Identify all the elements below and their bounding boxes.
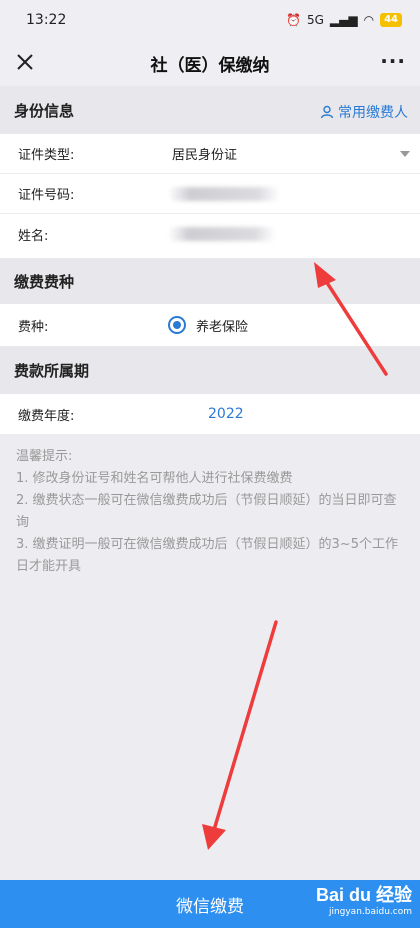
name-redacted [168,227,276,241]
footer-bar: 微信缴费 Bai du 经验 jingyan.baidu.com [0,880,420,928]
pension-radio[interactable] [168,316,186,334]
wifi-icon: ◠ [363,13,375,27]
id-number-redacted [168,187,280,201]
year-value[interactable]: 2022 [208,406,244,422]
more-menu-icon[interactable]: ··· [380,51,406,71]
tips-block: 温馨提示: 1. 修改身份证号和姓名可帮他人进行社保费缴费 2. 缴费状态一般可… [16,446,408,578]
tip-item: 1. 修改身份证号和姓名可帮他人进行社保费缴费 [16,471,293,486]
fee-type-section-header: 缴费费种 [0,258,420,304]
id-type-label: 证件类型: [18,148,75,163]
watermark-url: jingyan.baidu.com [328,907,412,917]
id-type-row[interactable]: 证件类型: 居民身份证 [0,134,420,174]
arrow-to-pay-button [202,620,278,850]
status-icons: ⏰ 5G ▂▄▆ ◠ 44 [286,13,402,27]
id-number-row[interactable]: 证件号码: [0,174,420,214]
alarm-icon: ⏰ [286,13,301,27]
radio-selected-dot [173,321,181,329]
name-row[interactable]: 姓名: [0,214,420,254]
person-icon [320,105,334,119]
status-time: 13:22 [26,12,67,28]
tips-title: 温馨提示: [16,449,73,464]
name-label: 姓名: [18,228,49,244]
frequent-payer-label: 常用缴费人 [338,105,408,121]
period-header-label: 费款所属期 [14,361,90,380]
identity-header-label: 身份信息 [14,101,75,120]
period-section-header: 费款所属期 [0,346,420,394]
period-panel: 缴费年度: 2022 [0,394,420,434]
battery-icon: 44 [380,13,402,27]
id-number-label: 证件号码: [18,188,75,203]
signal-bars-icon: ▂▄▆ [329,13,358,27]
fee-type-label: 费种: [18,319,49,335]
dropdown-arrow-icon [400,150,410,157]
id-type-value: 居民身份证 [172,148,238,163]
tip-item: 2. 缴费状态一般可在微信缴费成功后（节假日顺延）的当日即可查询 [16,493,397,530]
close-icon[interactable] [14,51,36,73]
tip-item: 3. 缴费证明一般可在微信缴费成功后（节假日顺延）的3~5个工作日才能开具 [16,537,398,574]
nav-bar: 社（医）保缴纳 ··· [0,40,420,86]
page-title: 社（医）保缴纳 [150,55,270,76]
baidu-watermark: Bai du 经验 jingyan.baidu.com [316,884,412,918]
year-row[interactable]: 缴费年度: 2022 [0,394,420,434]
fee-type-header-label: 缴费费种 [14,272,75,291]
watermark-logo: Bai du 经验 [315,885,412,905]
fee-type-row: 费种: 养老保险 [0,304,420,346]
pension-option-label[interactable]: 养老保险 [196,316,248,335]
frequent-payer-link[interactable]: 常用缴费人 [320,102,408,122]
identity-section-header: 身份信息 常用缴费人 [0,86,420,134]
year-label: 缴费年度: [18,408,75,424]
signal-label: 5G [306,13,324,27]
status-bar: 13:22 ⏰ 5G ▂▄▆ ◠ 44 [0,0,420,40]
wechat-pay-button[interactable]: 微信缴费 [170,891,250,918]
identity-panel: 证件类型: 居民身份证 证件号码: 姓名: [0,134,420,258]
fee-type-panel: 费种: 养老保险 [0,304,420,346]
